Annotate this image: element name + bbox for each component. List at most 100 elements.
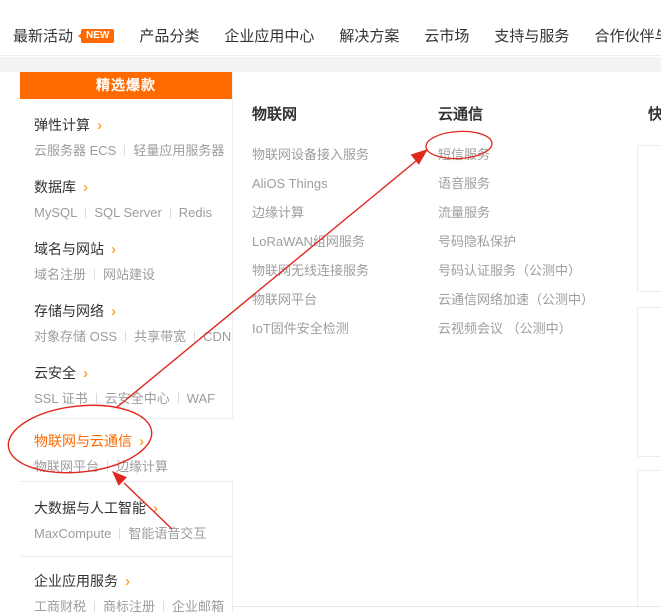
category-label: 域名与网站	[34, 241, 104, 257]
nav-label: 支持与服务	[494, 25, 569, 46]
sidebar-category-elastic-compute[interactable]: 弹性计算	[34, 115, 232, 136]
mega-menu-panel: 物联网 物联网设备接入服务 AliOS Things 边缘计算 LoRaWAN组…	[233, 72, 661, 607]
menu-item-number-auth-service[interactable]: 号码认证服务（公测中）	[438, 256, 594, 285]
sublink-sqlserver[interactable]: SQL Server	[94, 205, 178, 220]
sublink-ecs[interactable]: 云服务器 ECS	[34, 143, 133, 158]
sidebar-section-bigdata-ai: 大数据与人工智能 MaxCompute智能语音交互	[20, 482, 232, 557]
sidebar-sublinks: SSL 证书云安全中心WAF	[34, 389, 232, 409]
page: 性能提升3倍大促 | TeamViewer远程控制 | 云服务器 ECS | 升…	[0, 0, 661, 612]
nav-item-product-categories[interactable]: 产品分类	[139, 25, 199, 46]
nav-item-partners-ecosystem[interactable]: 合作伙伴与生态	[594, 25, 661, 46]
sublink-cdn[interactable]: CDN	[203, 329, 231, 344]
featured-hot-header[interactable]: 精选爆款	[20, 72, 232, 99]
sublink-waf[interactable]: WAF	[187, 391, 215, 406]
sublink-shared-bandwidth[interactable]: 共享带宽	[134, 329, 203, 344]
column-title-cloud-communication: 云通信	[438, 103, 594, 124]
sidebar-section-cloud-security: 云安全 SSL 证书云安全中心WAF	[20, 347, 232, 409]
sidebar-category-enterprise-app-services[interactable]: 企业应用服务	[34, 571, 232, 592]
sidebar-sublinks: 域名注册网站建设	[34, 265, 232, 285]
column-iot: 物联网 物联网设备接入服务 AliOS Things 边缘计算 LoRaWAN组…	[252, 103, 369, 343]
sublink-iot-platform[interactable]: 物联网平台	[34, 459, 116, 474]
sublink-domain-register[interactable]: 域名注册	[34, 267, 103, 282]
chevron-right-icon	[76, 179, 88, 195]
menu-item-lorawan-network[interactable]: LoRaWAN组网服务	[252, 227, 369, 256]
menu-item-voice-service[interactable]: 语音服务	[438, 169, 594, 198]
sidebar-section-domain-website: 域名与网站 域名注册网站建设	[20, 223, 232, 285]
sublink-lightweight-server[interactable]: 轻量应用服务器	[133, 143, 224, 158]
promo-card[interactable]	[637, 307, 661, 457]
sidebar-category-storage-network[interactable]: 存储与网络	[34, 301, 232, 322]
chevron-right-icon	[104, 241, 116, 257]
promo-card[interactable]	[637, 145, 661, 292]
sidebar-section-iot-cloud-communication: 物联网与云通信 物联网平台边缘计算	[20, 418, 233, 482]
sidebar-sublinks: 工商财税商标注册企业邮箱	[34, 597, 232, 612]
sublink-business-finance-tax[interactable]: 工商财税	[34, 599, 103, 612]
sidebar-sublinks: MaxCompute智能语音交互	[34, 524, 232, 544]
menu-item-data-traffic-service[interactable]: 流量服务	[438, 198, 594, 227]
sidebar-section-database: 数据库 MySQLSQL ServerRedis	[20, 161, 232, 223]
sublink-oss[interactable]: 对象存储 OSS	[34, 329, 134, 344]
category-label: 云安全	[34, 365, 76, 381]
category-label: 企业应用服务	[34, 573, 118, 589]
sidebar-section-elastic-compute: 弹性计算 云服务器 ECS轻量应用服务器	[20, 99, 232, 161]
nav-item-cloud-marketplace[interactable]: 云市场	[424, 25, 469, 46]
column-title-iot: 物联网	[252, 103, 369, 124]
nav-label: 最新活动	[13, 25, 73, 46]
sublink-maxcompute[interactable]: MaxCompute	[34, 526, 128, 541]
nav-label: 企业应用中心	[224, 25, 314, 46]
sidebar-category-domain-website[interactable]: 域名与网站	[34, 239, 232, 260]
menu-item-edge-computing[interactable]: 边缘计算	[252, 198, 369, 227]
column-cloud-communication: 云通信 短信服务 语音服务 流量服务 号码隐私保护 号码认证服务（公测中） 云通…	[438, 103, 594, 343]
sublink-edge-computing[interactable]: 边缘计算	[116, 459, 168, 474]
category-sidebar: 精选爆款 弹性计算 云服务器 ECS轻量应用服务器 数据库 MySQLSQL S…	[20, 72, 233, 612]
nav-label: 云市场	[424, 25, 469, 46]
sidebar-category-database[interactable]: 数据库	[34, 177, 232, 198]
chevron-right-icon	[90, 117, 102, 133]
sidebar-category-iot-cloud-communication[interactable]: 物联网与云通信	[34, 431, 233, 452]
nav-label: 产品分类	[139, 25, 199, 46]
nav-item-enterprise-app-center[interactable]: 企业应用中心	[224, 25, 314, 46]
menu-item-cloud-video-conference[interactable]: 云视频会议 （公测中）	[438, 314, 594, 343]
menu-item-iot-platform[interactable]: 物联网平台	[252, 285, 369, 314]
nav-label: 解决方案	[339, 25, 399, 46]
sidebar-sublinks: 物联网平台边缘计算	[34, 457, 233, 477]
menu-item-iot-device-access[interactable]: 物联网设备接入服务	[252, 140, 369, 169]
sidebar-category-bigdata-ai[interactable]: 大数据与人工智能	[34, 498, 232, 519]
menu-item-sms-service[interactable]: 短信服务	[438, 140, 594, 169]
new-badge: NEW	[81, 29, 114, 43]
chevron-right-icon	[132, 433, 144, 449]
sublink-mysql[interactable]: MySQL	[34, 205, 94, 220]
sidebar-section-storage-network: 存储与网络 对象存储 OSS共享带宽CDN	[20, 285, 232, 347]
menu-item-iot-wireless-connection[interactable]: 物联网无线连接服务	[252, 256, 369, 285]
chevron-right-icon	[146, 500, 158, 516]
page-background-strip	[0, 57, 661, 72]
menu-item-alios-things[interactable]: AliOS Things	[252, 169, 369, 198]
sublink-ssl-cert[interactable]: SSL 证书	[34, 391, 105, 406]
category-label: 物联网与云通信	[34, 433, 132, 449]
sublink-enterprise-mail[interactable]: 企业邮箱	[172, 599, 224, 612]
promo-card[interactable]	[637, 470, 661, 607]
sublink-website-build[interactable]: 网站建设	[103, 267, 155, 282]
sublink-trademark-register[interactable]: 商标注册	[103, 599, 172, 612]
chevron-right-icon	[118, 573, 130, 589]
sublink-security-center[interactable]: 云安全中心	[105, 391, 187, 406]
main-nav: 最新活动 NEW 产品分类 企业应用中心 解决方案 云市场 支持与服务 合作伙伴…	[0, 0, 661, 56]
sidebar-sublinks: 对象存储 OSS共享带宽CDN	[34, 327, 232, 347]
sidebar-sublinks: 云服务器 ECS轻量应用服务器	[34, 141, 232, 161]
chevron-right-icon	[104, 303, 116, 319]
category-label: 数据库	[34, 179, 76, 195]
sublink-redis[interactable]: Redis	[179, 205, 212, 220]
nav-item-latest-activity[interactable]: 最新活动 NEW	[13, 25, 114, 46]
nav-item-support-services[interactable]: 支持与服务	[494, 25, 569, 46]
column-title-clipped: 快	[648, 103, 661, 124]
nav-item-solutions[interactable]: 解决方案	[339, 25, 399, 46]
menu-item-iot-firmware-security[interactable]: IoT固件安全检测	[252, 314, 369, 343]
menu-item-number-privacy-protection[interactable]: 号码隐私保护	[438, 227, 594, 256]
sidebar-category-cloud-security[interactable]: 云安全	[34, 363, 232, 384]
category-label: 存储与网络	[34, 303, 104, 319]
menu-item-network-acceleration[interactable]: 云通信网络加速（公测中）	[438, 285, 594, 314]
sublink-intelligent-speech[interactable]: 智能语音交互	[128, 526, 206, 541]
nav-label: 合作伙伴与生态	[594, 25, 661, 46]
category-label: 弹性计算	[34, 117, 90, 133]
chevron-right-icon	[76, 365, 88, 381]
